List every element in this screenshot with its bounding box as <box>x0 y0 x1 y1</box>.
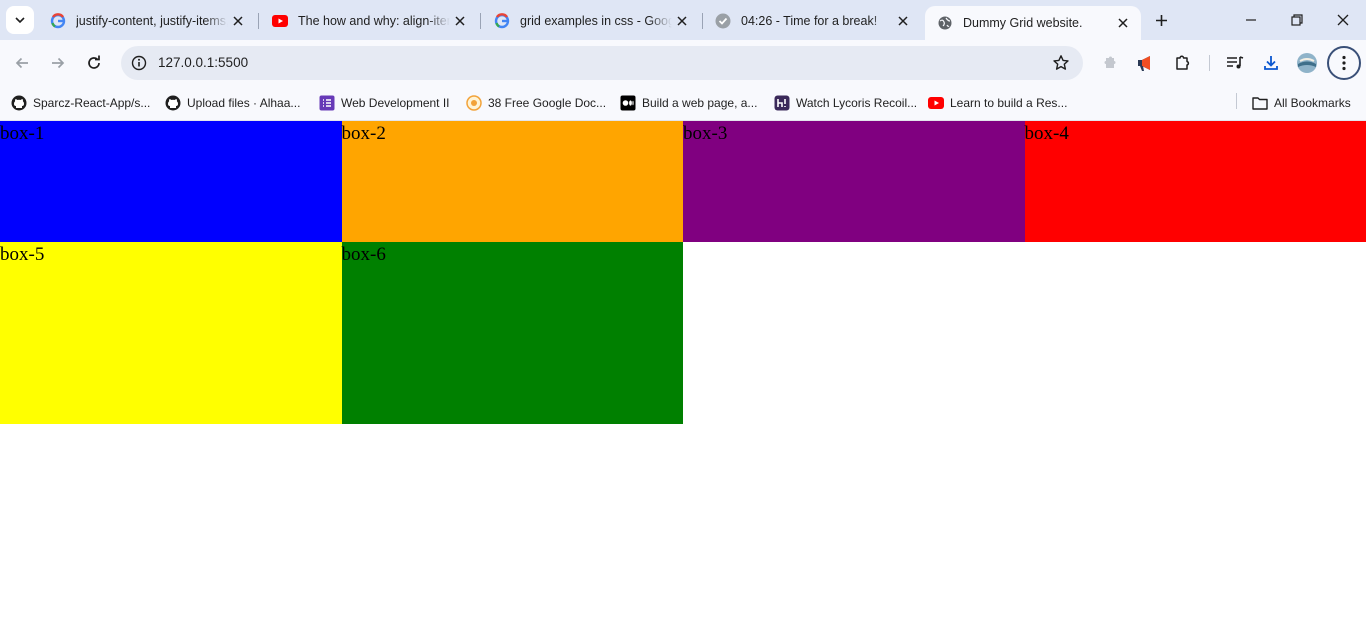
all-bookmarks-label: All Bookmarks <box>1274 96 1351 110</box>
reload-button[interactable] <box>79 48 109 78</box>
globe-icon <box>937 15 953 31</box>
extension-puzzle-gray-icon[interactable] <box>1098 51 1122 75</box>
box-grid: box-1 box-2 box-3 box-4 box-5 box-6 <box>0 121 1366 424</box>
bookmark-sparcz-react-app[interactable]: Sparcz-React-App/s... <box>11 92 150 114</box>
close-tab-icon[interactable] <box>672 11 692 31</box>
tab-grid-examples[interactable]: grid examples in css - Googl <box>482 6 700 36</box>
tab-title: The how and why: align-item <box>298 14 450 28</box>
tab-separator <box>258 13 259 29</box>
plus-icon <box>1155 14 1167 26</box>
toolbar-divider <box>1209 55 1210 71</box>
folder-icon <box>1252 95 1268 111</box>
bookmarks-divider <box>1236 93 1237 109</box>
box-1: box-1 <box>0 121 342 242</box>
orange-circle-icon <box>466 95 482 111</box>
browser-menu-button[interactable] <box>1327 46 1361 80</box>
close-window-button[interactable] <box>1320 4 1366 36</box>
reload-icon <box>88 55 100 69</box>
medium-icon <box>620 95 636 111</box>
check-circle-icon <box>715 13 731 29</box>
bookmark-label: Learn to build a Res... <box>950 96 1068 110</box>
profile-avatar-icon[interactable] <box>1295 51 1319 75</box>
media-controls-icon[interactable] <box>1223 51 1247 75</box>
download-icon[interactable] <box>1259 51 1283 75</box>
bookmark-learn-to-build[interactable]: Learn to build a Res... <box>928 92 1067 114</box>
bookmark-label: Build a web page, a... <box>642 96 758 110</box>
bookmark-lycoris-recoil[interactable]: Watch Lycoris Recoil... <box>774 92 917 114</box>
tab-title: 04:26 - Time for a break! <box>741 14 878 28</box>
tab-justify-content[interactable]: justify-content, justify-items, <box>38 6 256 36</box>
chevron-down-icon <box>15 17 25 24</box>
bookmark-build-web-page[interactable]: Build a web page, a... <box>620 92 757 114</box>
github-icon <box>165 95 181 111</box>
forward-button[interactable] <box>43 48 73 78</box>
site-info-icon[interactable] <box>129 53 149 73</box>
youtube-icon <box>928 95 944 111</box>
close-tab-icon[interactable] <box>450 11 470 31</box>
tab-dummy-grid-website[interactable]: Dummy Grid website. <box>925 6 1141 40</box>
tab-align-items[interactable]: The how and why: align-item <box>260 6 478 36</box>
purple-list-icon <box>319 95 335 111</box>
tab-title: grid examples in css - Googl <box>520 14 672 28</box>
browser-toolbar: 127.0.0.1:5500 <box>0 40 1366 86</box>
box-4: box-4 <box>1024 121 1366 242</box>
extensions-icon[interactable] <box>1170 51 1194 75</box>
tab-strip: justify-content, justify-items, The how … <box>0 0 1366 40</box>
bookmark-star-icon[interactable] <box>1051 53 1071 73</box>
arrow-right-icon <box>52 57 65 69</box>
bookmark-free-google-docs[interactable]: 38 Free Google Doc... <box>466 92 606 114</box>
address-bar[interactable]: 127.0.0.1:5500 <box>121 46 1083 80</box>
tab-search-button[interactable] <box>6 6 34 34</box>
back-button[interactable] <box>7 48 37 78</box>
bookmarks-bar: Sparcz-React-App/s... Upload files · Alh… <box>0 86 1366 121</box>
google-icon <box>494 13 510 29</box>
close-tab-icon[interactable] <box>893 11 913 31</box>
github-icon <box>11 95 27 111</box>
bookmark-label: Watch Lycoris Recoil... <box>796 96 918 110</box>
close-icon <box>1337 14 1349 26</box>
bookmark-label: Sparcz-React-App/s... <box>33 96 151 110</box>
restore-icon <box>1291 14 1303 26</box>
megaphone-extension-icon[interactable] <box>1134 51 1158 75</box>
bookmark-label: Web Development II <box>341 96 450 110</box>
arrow-left-icon <box>15 57 28 69</box>
close-tab-icon[interactable] <box>228 11 248 31</box>
tab-title: justify-content, justify-items, <box>76 14 228 28</box>
box-2: box-2 <box>341 121 683 242</box>
all-bookmarks-button[interactable]: All Bookmarks <box>1252 92 1351 114</box>
box-5: box-5 <box>0 242 342 424</box>
box-6: box-6 <box>341 242 683 424</box>
tab-title: Dummy Grid website. <box>963 16 1083 30</box>
hianime-icon <box>774 95 790 111</box>
google-icon <box>50 13 66 29</box>
bookmark-label: 38 Free Google Doc... <box>488 96 607 110</box>
restore-button[interactable] <box>1274 4 1320 36</box>
bookmark-web-development[interactable]: Web Development II <box>319 92 450 114</box>
bookmark-upload-files[interactable]: Upload files · Alhaa... <box>165 92 300 114</box>
new-tab-button[interactable] <box>1149 8 1173 32</box>
page-viewport: box-1 box-2 box-3 box-4 box-5 box-6 <box>0 121 1366 627</box>
tab-time-for-break[interactable]: 04:26 - Time for a break! <box>703 6 921 36</box>
tab-separator <box>480 13 481 29</box>
minimize-icon <box>1246 19 1256 21</box>
minimize-button[interactable] <box>1228 4 1274 36</box>
box-3: box-3 <box>683 121 1025 242</box>
url-text[interactable]: 127.0.0.1:5500 <box>158 55 248 70</box>
close-tab-icon[interactable] <box>1113 13 1133 33</box>
more-vert-icon <box>1342 55 1346 71</box>
youtube-icon <box>272 13 288 29</box>
bookmark-label: Upload files · Alhaa... <box>187 96 301 110</box>
